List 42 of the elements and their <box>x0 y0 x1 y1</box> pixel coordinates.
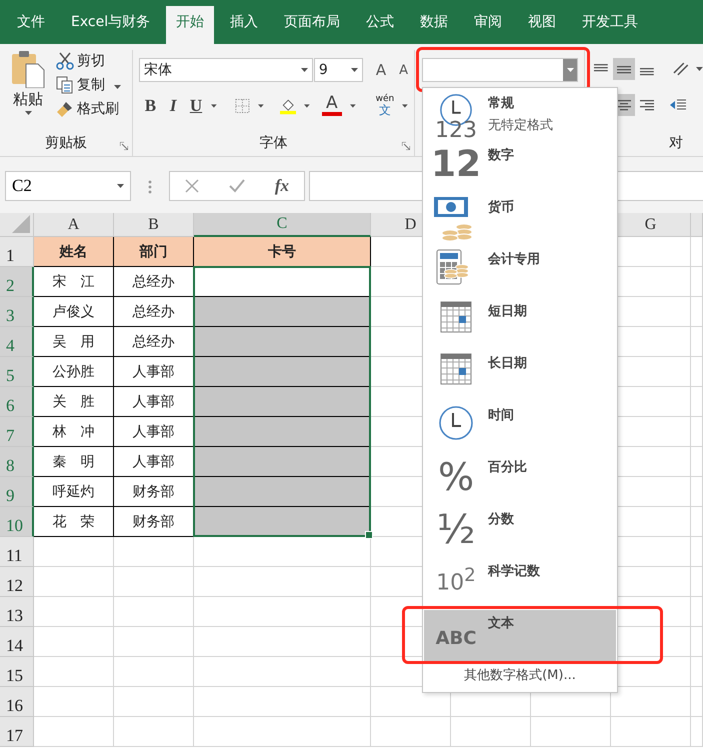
table-cell: 总经办 <box>114 267 194 297</box>
table-cell: 财务部 <box>114 477 194 507</box>
format-label: 短日期 <box>488 303 527 320</box>
table-cell: 卡号 <box>194 237 371 267</box>
table-cell: 财务部 <box>114 507 194 537</box>
table-cell: 卢俊义 <box>34 297 114 327</box>
format-sample: 12 <box>430 145 482 185</box>
format-sample: % <box>438 457 474 497</box>
format-sample: 10$^{2}$ <box>436 564 476 598</box>
table-cell: 花 荣 <box>34 507 114 537</box>
format-label: 百分比 <box>488 459 527 476</box>
format-sample: 123 <box>435 121 477 141</box>
format-label: 分数 <box>488 511 514 528</box>
format-label: 文本 <box>488 614 514 632</box>
table-cell: 吴 用 <box>34 327 114 357</box>
format-label: 会计专用 <box>488 251 540 268</box>
table-cell: 宋 江 <box>34 267 114 297</box>
table-cell: 呼延灼 <box>34 477 114 507</box>
table-cell: 人事部 <box>114 387 194 417</box>
table-cell: 林 冲 <box>34 417 114 447</box>
format-sample: ABC <box>436 627 476 651</box>
format-label: 长日期 <box>488 355 527 372</box>
table-cell: 秦 明 <box>34 447 114 477</box>
table-cell: 人事部 <box>114 447 194 477</box>
table-cell: 关 胜 <box>34 387 114 417</box>
format-label: 数字 <box>488 146 514 164</box>
format-label: 货币 <box>488 198 514 216</box>
table-cell: 总经办 <box>114 327 194 357</box>
format-label: 常规 <box>488 95 515 112</box>
table-cell: 部门 <box>114 237 194 267</box>
group-label: 字体 <box>260 134 288 152</box>
table-cell: 公孙胜 <box>34 357 114 387</box>
group-label: 对 <box>669 134 683 152</box>
format-label: 时间 <box>488 407 514 424</box>
table-cell: 人事部 <box>114 417 194 447</box>
table-cell: 人事部 <box>114 357 194 387</box>
group-label: 剪贴板 <box>45 134 87 152</box>
table-cell: 姓名 <box>34 237 114 267</box>
table-cell: 总经办 <box>114 297 194 327</box>
format-description: 无特定格式 <box>488 117 553 134</box>
format-label: 科学记数 <box>488 563 540 580</box>
format-sample: ½ <box>436 509 476 551</box>
